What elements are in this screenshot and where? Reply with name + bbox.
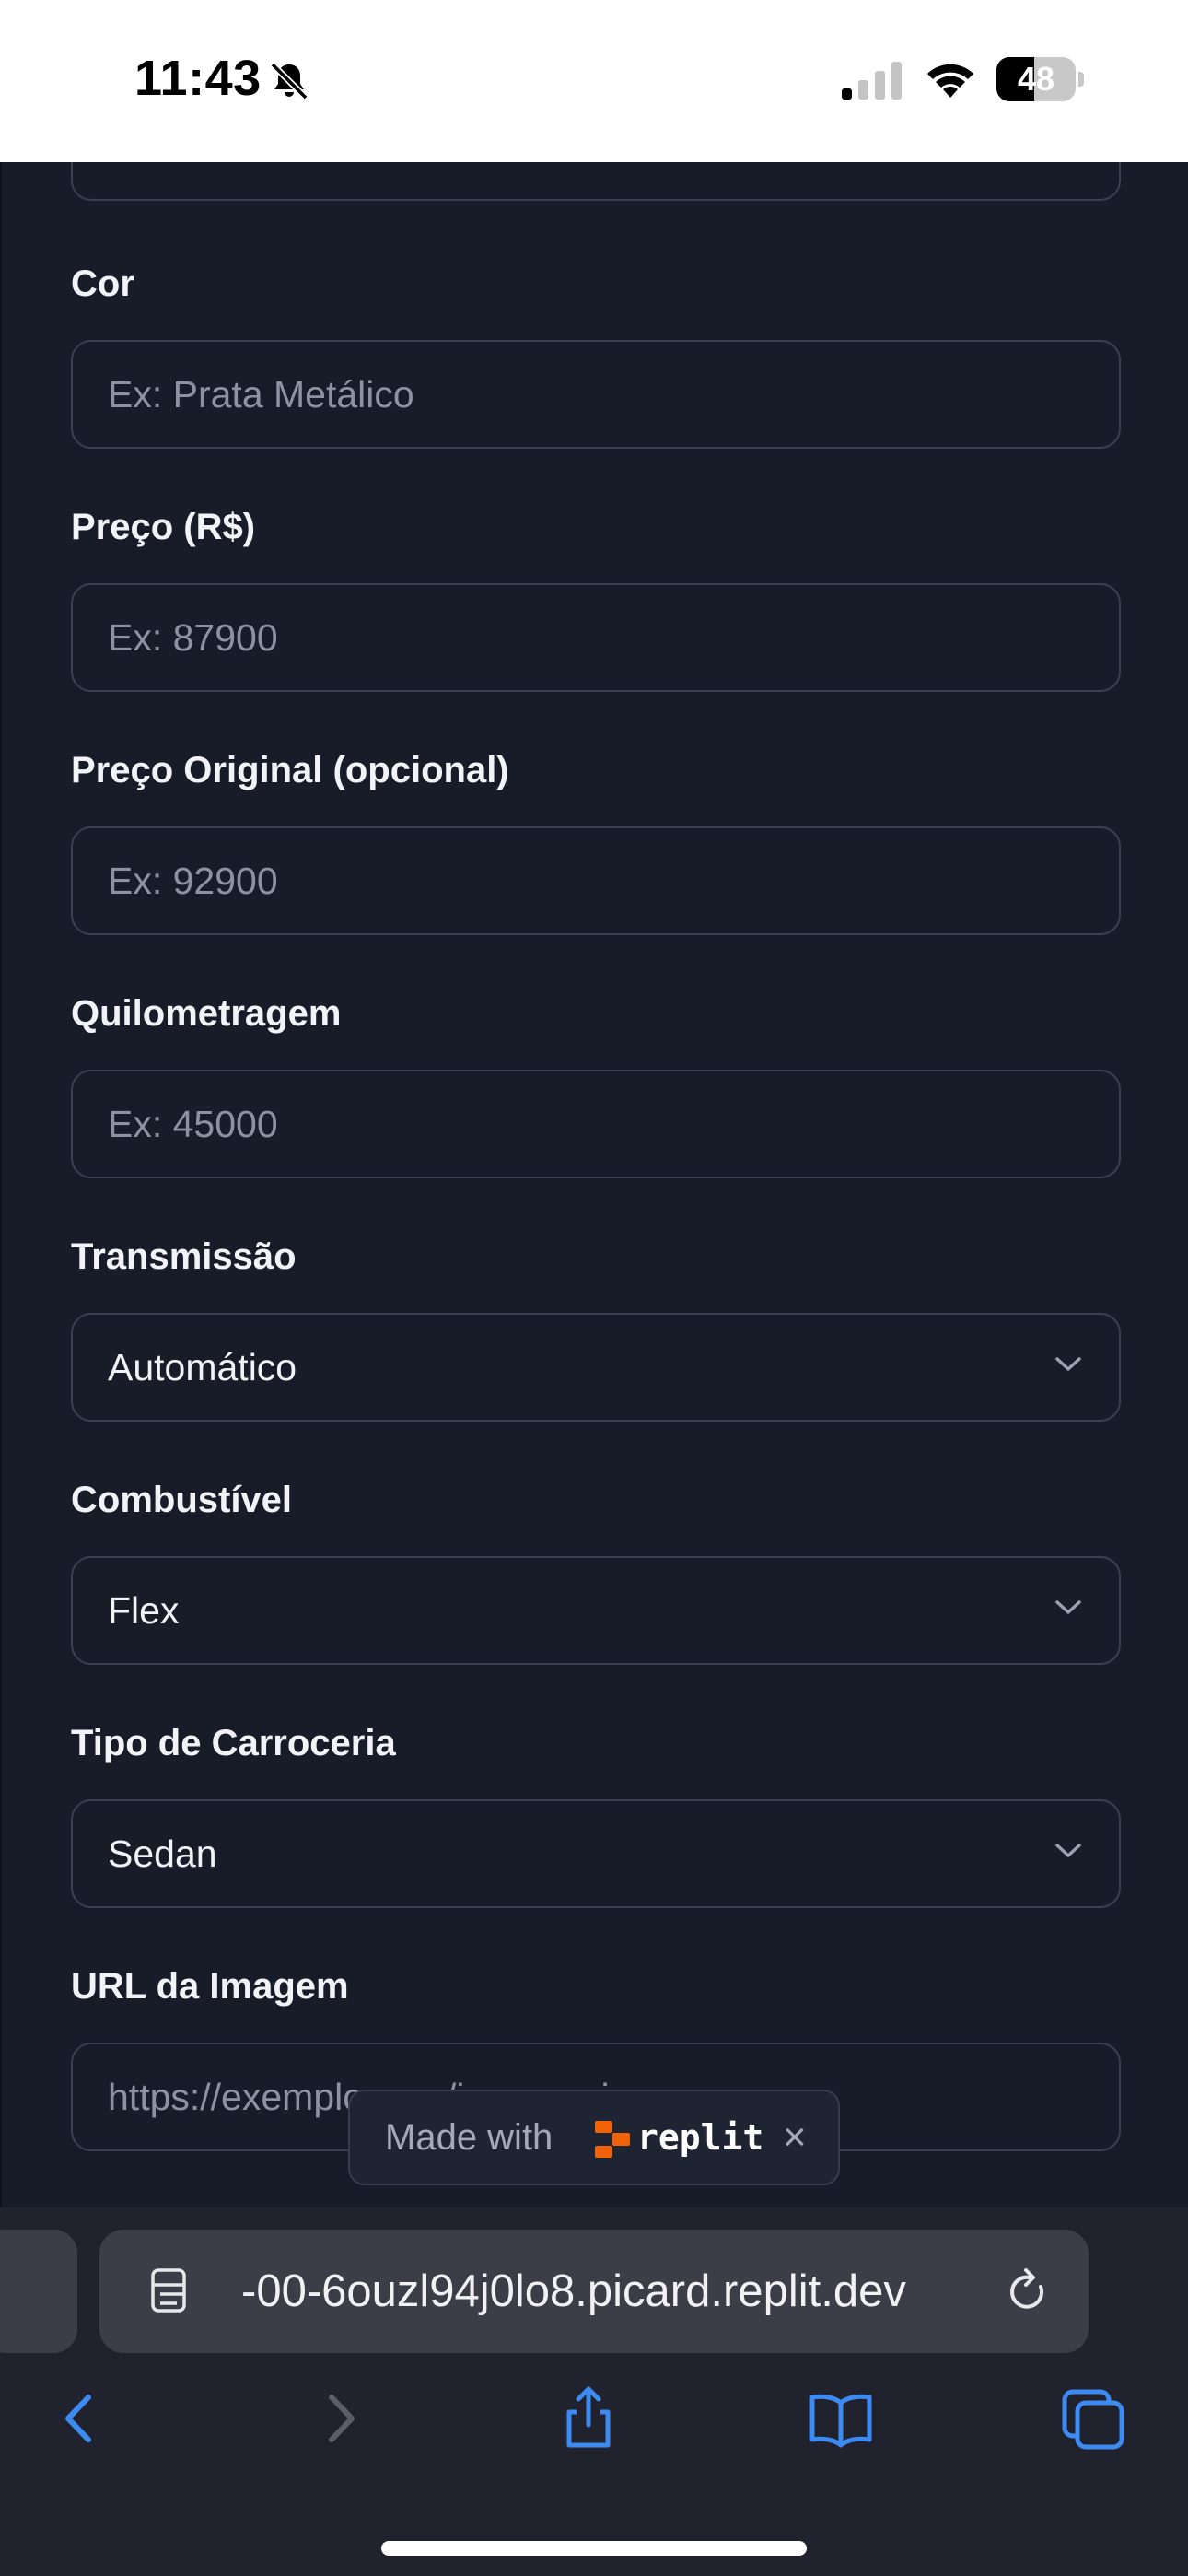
tabs-icon[interactable] [1061,2386,1125,2451]
previous-tab-preview[interactable] [0,2230,77,2353]
color-input[interactable]: Ex: Prata Metálico [71,340,1121,449]
chevron-down-icon [1055,1600,1081,1614]
cellular-signal-icon [842,62,902,100]
address-bar[interactable]: -00-6ouzl94j0lo8.picard.replit.dev [99,2230,1089,2353]
back-icon[interactable] [48,2386,112,2451]
body-type-select[interactable]: Sedan [71,1799,1121,1908]
transmission-select-value: Automático [108,1346,297,1388]
mileage-label: Quilometragem [71,993,342,1034]
original-price-input-placeholder: Ex: 92900 [108,860,278,902]
mileage-input-placeholder: Ex: 45000 [108,1103,278,1145]
body-type-label: Tipo de Carroceria [71,1723,396,1763]
replit-logo-icon [595,2121,630,2158]
fuel-label: Combustível [71,1480,293,1520]
original-price-input[interactable]: Ex: 92900 [71,826,1121,935]
forward-icon [329,2395,355,2442]
vehicle-form: Ex: 2020/2021 Cor Ex: Prata Metálico Pre… [0,162,1188,2207]
price-input[interactable]: Ex: 87900 [71,583,1121,692]
status-bar: 11:43 48 [0,0,1188,162]
bookmarks-icon[interactable] [809,2386,873,2451]
reload-icon[interactable] [1002,2266,1054,2318]
wifi-icon [927,64,973,98]
bell-slash-icon [270,62,309,100]
year-field-placeholder: Ex: 2020/2021 [108,162,351,199]
replit-wordmark: replit [637,2117,764,2158]
price-input-placeholder: Ex: 87900 [108,616,278,659]
made-with-replit-badge[interactable]: Made with replit × [348,2090,840,2185]
battery-icon: 48 [996,57,1084,101]
home-indicator[interactable] [381,2541,807,2556]
address-url[interactable]: -00-6ouzl94j0lo8.picard.replit.dev [241,2230,906,2353]
page-menu-icon[interactable] [147,2266,195,2318]
close-icon[interactable]: × [783,2091,807,2184]
status-time: 11:43 [134,51,262,106]
fuel-select[interactable]: Flex [71,1556,1121,1665]
year-field[interactable]: Ex: 2020/2021 [71,162,1121,201]
body-type-select-value: Sedan [108,1832,217,1875]
fuel-select-value: Flex [108,1589,180,1632]
battery-level: 48 [1017,60,1055,98]
color-input-placeholder: Ex: Prata Metálico [108,373,414,416]
chevron-down-icon [1055,1844,1081,1857]
transmission-label: Transmissão [71,1236,297,1277]
price-label: Preço (R$) [71,507,256,547]
made-with-text: Made with [385,2117,553,2158]
color-label: Cor [71,263,134,304]
image-url-label: URL da Imagem [71,1966,349,2007]
share-icon[interactable] [556,2386,621,2451]
original-price-label: Preço Original (opcional) [71,750,509,790]
transmission-select[interactable]: Automático [71,1313,1121,1422]
chevron-down-icon [1055,1357,1081,1371]
mileage-input[interactable]: Ex: 45000 [71,1070,1121,1178]
